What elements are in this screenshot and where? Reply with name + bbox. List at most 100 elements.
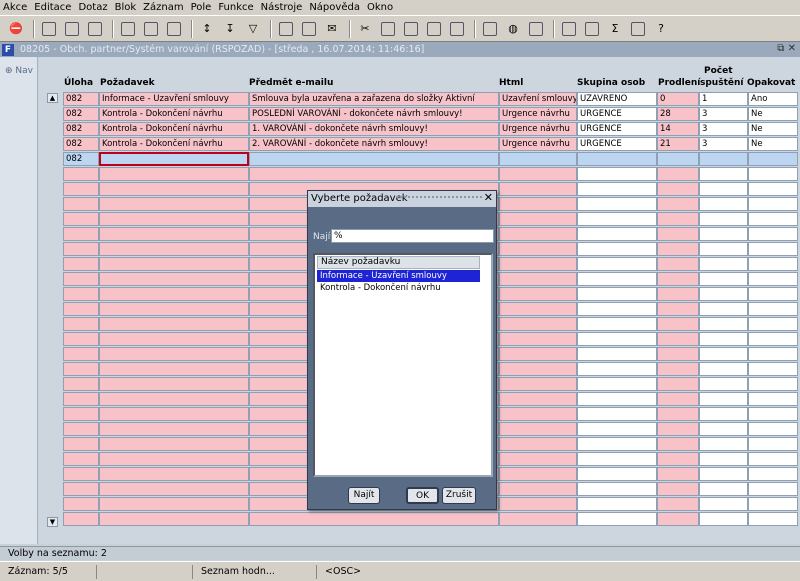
scroll-up-arrow-icon[interactable]: ▲ (47, 93, 58, 103)
cell-html[interactable] (499, 317, 577, 331)
cell-pozadavek[interactable] (99, 272, 249, 286)
cell-html[interactable] (499, 347, 577, 361)
cell-pozadavek[interactable] (99, 377, 249, 391)
cell-skupina[interactable] (577, 482, 657, 496)
cell-uloha[interactable] (63, 317, 99, 331)
cell-skupina[interactable] (577, 152, 657, 166)
cell-skupina[interactable] (577, 422, 657, 436)
cell-skupina[interactable] (577, 317, 657, 331)
cell-uloha[interactable]: 082 (63, 92, 99, 106)
cell-skupina[interactable] (577, 407, 657, 421)
cell-skupina[interactable] (577, 167, 657, 181)
cell-html[interactable] (499, 497, 577, 511)
cell-prodleni[interactable] (657, 497, 699, 511)
paste-icon[interactable] (401, 19, 421, 39)
cell-pocet[interactable]: 3 (699, 137, 748, 151)
sort-desc-icon[interactable]: ↧ (220, 19, 240, 39)
filter-icon[interactable]: ▽ (243, 19, 263, 39)
cell-uloha[interactable] (63, 362, 99, 376)
excel-icon[interactable] (582, 19, 602, 39)
cell-pozadavek[interactable] (99, 317, 249, 331)
cell-prodleni[interactable] (657, 392, 699, 406)
exit-icon[interactable]: ⛔ (6, 19, 26, 39)
cell-opakovat[interactable] (748, 197, 798, 211)
cell-skupina[interactable]: UZAVRENO (577, 92, 657, 106)
cell-prodleni[interactable] (657, 512, 699, 526)
cell-opakovat[interactable] (748, 467, 798, 481)
cell-uloha[interactable] (63, 212, 99, 226)
find-input[interactable]: % (331, 229, 494, 243)
cell-prodleni[interactable] (657, 287, 699, 301)
cell-pozadavek[interactable] (99, 287, 249, 301)
find-button[interactable]: Najít (348, 487, 380, 504)
cell-pocet[interactable] (699, 407, 748, 421)
cell-html[interactable]: Urgence návrhu (499, 107, 577, 121)
cell-skupina[interactable] (577, 392, 657, 406)
cell-prodleni[interactable] (657, 182, 699, 196)
cell-skupina[interactable] (577, 467, 657, 481)
cell-html[interactable] (499, 272, 577, 286)
ok-button[interactable]: OK (406, 487, 439, 504)
cell-pozadavek[interactable] (99, 512, 249, 526)
cell-pozadavek[interactable] (99, 227, 249, 241)
cell-uloha[interactable] (63, 347, 99, 361)
cell-html[interactable]: Urgence návrhu (499, 122, 577, 136)
cell-skupina[interactable] (577, 257, 657, 271)
cell-pocet[interactable] (699, 302, 748, 316)
cell-pocet[interactable] (699, 467, 748, 481)
cell-uloha[interactable] (63, 227, 99, 241)
nav-button[interactable]: ⊕ Nav (5, 66, 37, 76)
cell-pocet[interactable] (699, 212, 748, 226)
cell-html[interactable] (499, 242, 577, 256)
cell-pocet[interactable]: 3 (699, 107, 748, 121)
cell-skupina[interactable] (577, 242, 657, 256)
cell-opakovat[interactable] (748, 182, 798, 196)
cell-opakovat[interactable] (748, 407, 798, 421)
cell-skupina[interactable]: URGENCE (577, 107, 657, 121)
cell-skupina[interactable] (577, 197, 657, 211)
cell-uloha[interactable] (63, 407, 99, 421)
cell-opakovat[interactable] (748, 167, 798, 181)
cancel-button[interactable]: Zrušit (442, 487, 476, 504)
mail-icon[interactable]: ✉ (322, 19, 342, 39)
cell-prodleni[interactable] (657, 347, 699, 361)
cell-pocet[interactable] (699, 362, 748, 376)
cell-skupina[interactable] (577, 287, 657, 301)
list-item[interactable]: Informace - Uzavření smlouvy (317, 270, 480, 282)
cell-pozadavek[interactable] (99, 392, 249, 406)
cell-skupina[interactable] (577, 272, 657, 286)
cell-predmet[interactable]: POSLEDNÍ VAROVÁNÍ - dokončete návrh smlo… (249, 107, 499, 121)
cell-prodleni[interactable]: 21 (657, 137, 699, 151)
cell-pocet[interactable]: 1 (699, 92, 748, 106)
cell-uloha[interactable] (63, 392, 99, 406)
cell-skupina[interactable]: URGENCE (577, 137, 657, 151)
cell-pozadavek[interactable] (99, 167, 249, 181)
cell-skupina[interactable] (577, 512, 657, 526)
cell-uloha[interactable]: 082 (63, 107, 99, 121)
cell-pocet[interactable]: 3 (699, 122, 748, 136)
cell-pocet[interactable] (699, 272, 748, 286)
cell-opakovat[interactable]: Ne (748, 122, 798, 136)
cell-opakovat[interactable] (748, 317, 798, 331)
cell-prodleni[interactable] (657, 242, 699, 256)
cell-html[interactable] (499, 362, 577, 376)
cell-pozadavek[interactable] (99, 152, 249, 166)
cell-predmet[interactable] (249, 167, 499, 181)
cell-skupina[interactable] (577, 302, 657, 316)
bookmark-icon[interactable] (526, 19, 546, 39)
dialog-drag-handle[interactable] (396, 196, 482, 202)
cell-pozadavek[interactable]: Kontrola - Dokončení návrhu (99, 107, 249, 121)
cell-opakovat[interactable] (748, 152, 798, 166)
cell-html[interactable]: Uzavření smlouvy (499, 92, 577, 106)
cell-skupina[interactable] (577, 377, 657, 391)
cell-uloha[interactable] (63, 332, 99, 346)
cancel-query-icon[interactable] (164, 19, 184, 39)
cell-pocet[interactable] (699, 317, 748, 331)
cell-pozadavek[interactable]: Kontrola - Dokončení návrhu (99, 122, 249, 136)
cell-opakovat[interactable]: Ne (748, 137, 798, 151)
cell-prodleni[interactable] (657, 422, 699, 436)
cell-prodleni[interactable]: 28 (657, 107, 699, 121)
cell-prodleni[interactable] (657, 467, 699, 481)
cell-uloha[interactable] (63, 497, 99, 511)
cell-pozadavek[interactable] (99, 452, 249, 466)
